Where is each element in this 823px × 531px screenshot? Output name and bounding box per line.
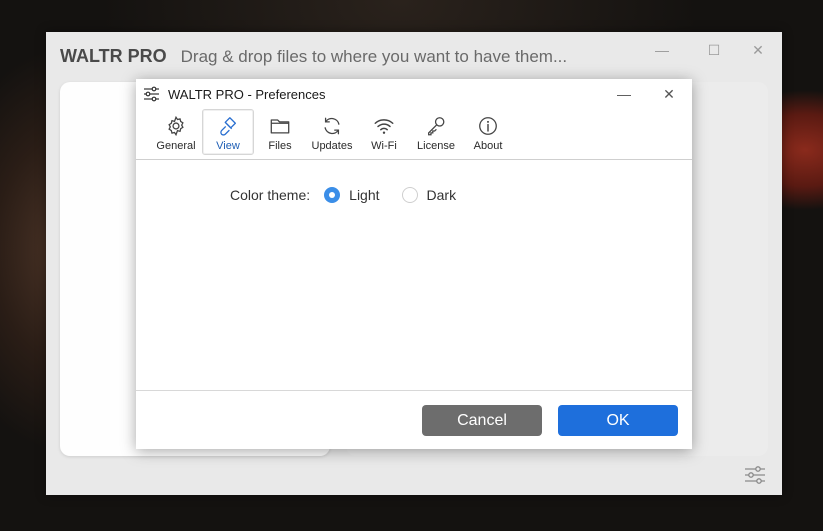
tab-label: General (156, 140, 196, 152)
light-theme-radio[interactable] (324, 187, 341, 203)
main-title-bar: WALTR PRO Drag & drop files to where you… (60, 46, 567, 68)
dark-theme-label[interactable]: Dark (427, 187, 457, 203)
color-theme-row: Color theme: Light Dark (230, 187, 478, 203)
app-name: WALTR PRO (60, 46, 167, 66)
divider (136, 390, 692, 391)
tab-updates[interactable]: Updates (306, 109, 358, 155)
preferences-tabs: General View Files Updates Wi-Fi License… (150, 109, 514, 157)
main-maximize-button[interactable]: ☐ (700, 38, 728, 62)
folder-icon (270, 119, 290, 134)
brush-icon (220, 117, 236, 136)
key-icon (428, 117, 445, 136)
dialog-close-button[interactable]: ✕ (655, 82, 683, 106)
view-settings-panel: Color theme: Light Dark (136, 160, 692, 390)
tab-about[interactable]: About (462, 109, 514, 155)
preferences-dialog: WALTR PRO - Preferences — ✕ General View… (136, 79, 692, 449)
main-minimize-button[interactable]: — (648, 38, 676, 62)
tab-label: Files (268, 140, 292, 152)
dialog-title-bar: WALTR PRO - Preferences — ✕ (136, 79, 692, 109)
tab-wifi[interactable]: Wi-Fi (358, 109, 410, 155)
tab-label: Updates (311, 140, 353, 152)
gear-icon (168, 115, 184, 137)
light-theme-label[interactable]: Light (349, 187, 379, 203)
tab-view[interactable]: View (202, 109, 254, 155)
cancel-button[interactable]: Cancel (422, 405, 542, 436)
tab-license[interactable]: License (410, 109, 462, 155)
sliders-icon (143, 86, 160, 102)
tab-files[interactable]: Files (254, 109, 306, 155)
dialog-minimize-button[interactable]: — (610, 82, 638, 106)
ok-button[interactable]: OK (558, 405, 678, 436)
dark-theme-radio[interactable] (401, 187, 418, 203)
main-close-button[interactable]: ✕ (744, 38, 772, 62)
tab-label: About (473, 140, 503, 152)
sliders-icon[interactable] (744, 465, 766, 485)
info-icon (479, 117, 497, 135)
app-subtitle: Drag & drop files to where you want to h… (180, 47, 568, 66)
tab-general[interactable]: General (150, 109, 202, 155)
tab-label: View (216, 140, 240, 152)
tab-label: Wi-Fi (371, 140, 397, 152)
wifi-icon (374, 119, 394, 134)
dialog-title: WALTR PRO - Preferences (168, 87, 326, 102)
tab-label: License (417, 140, 455, 152)
refresh-icon (324, 117, 340, 135)
color-theme-label: Color theme: (230, 187, 311, 203)
